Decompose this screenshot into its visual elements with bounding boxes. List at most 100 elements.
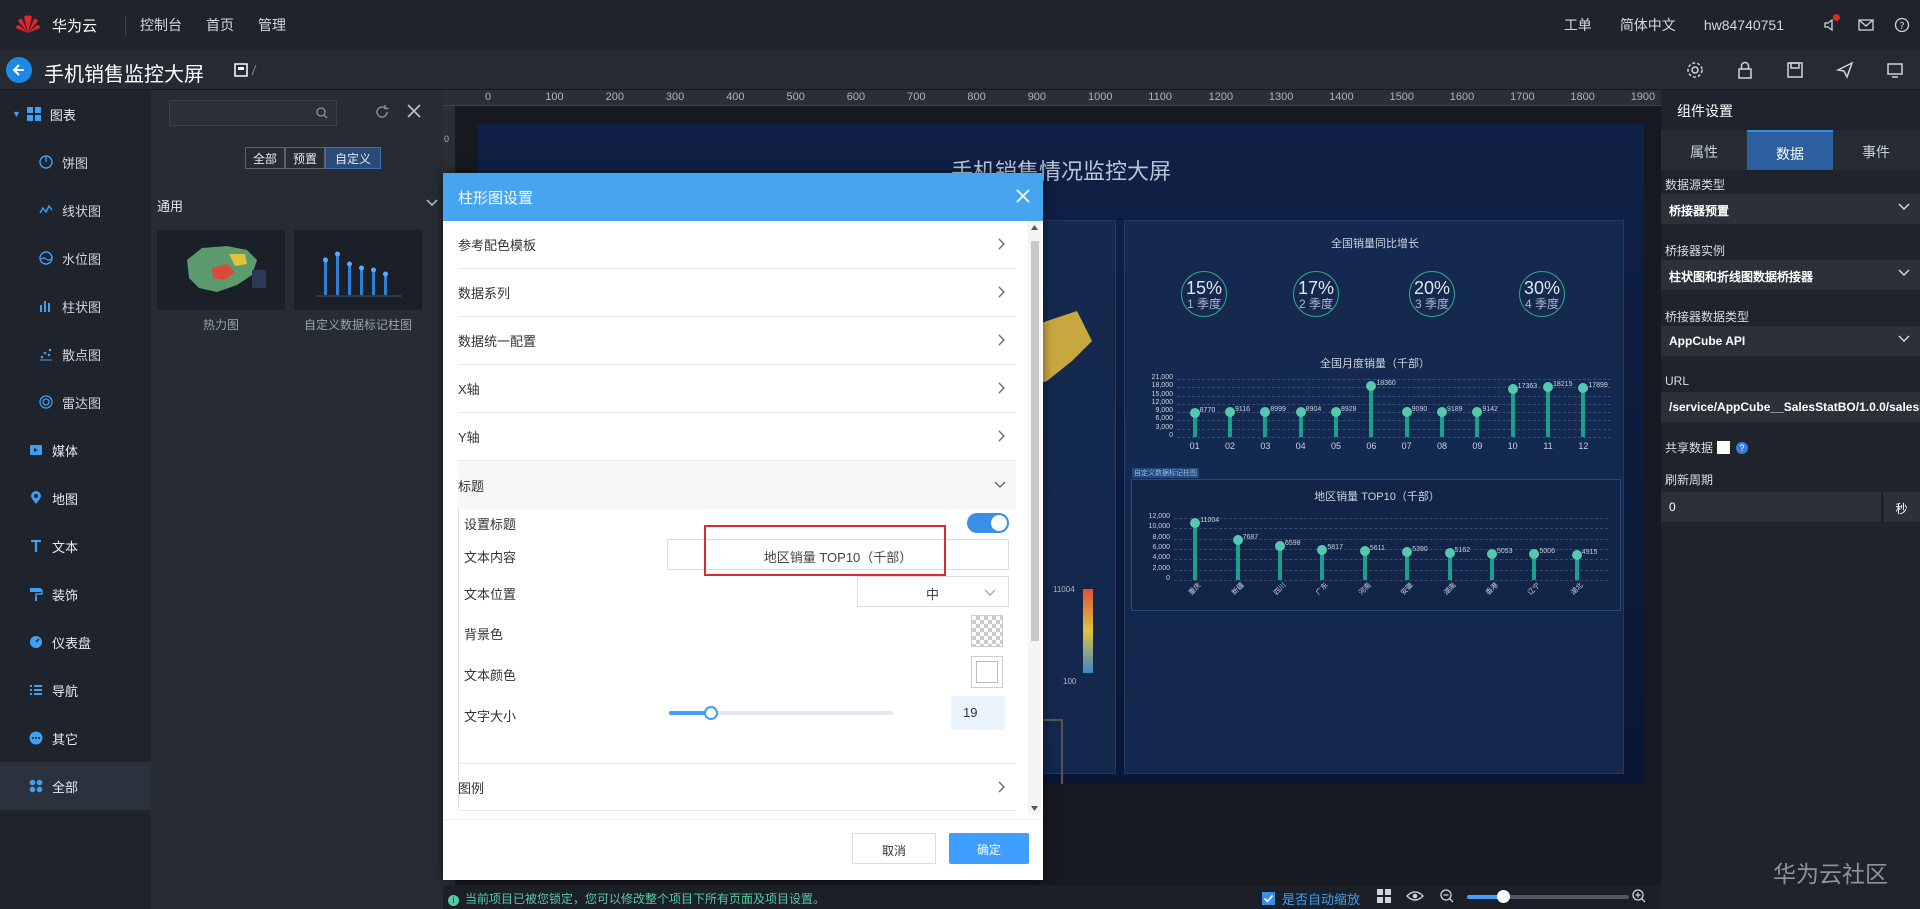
nav-item-label: 全部 <box>52 779 79 795</box>
library-group-title: 通用 <box>157 199 184 214</box>
map-pin-icon <box>28 490 44 506</box>
nav-item-radar[interactable]: 雷达图 <box>0 378 151 426</box>
page-menu-button[interactable] <box>234 60 264 80</box>
nav-item-text[interactable]: 文本 <box>0 522 151 570</box>
nav-console[interactable]: 控制台 <box>140 15 182 35</box>
refresh-icon[interactable] <box>374 104 390 120</box>
bar-marker <box>1366 381 1377 392</box>
show-title-toggle[interactable] <box>967 513 1009 533</box>
grid-line <box>1177 437 1611 438</box>
back-button[interactable] <box>6 57 32 83</box>
nav-item-map[interactable]: 地图 <box>0 474 151 522</box>
help-icon[interactable]: ? <box>1884 0 1920 50</box>
section-x-axis[interactable]: X轴 <box>458 365 1016 413</box>
language-switch[interactable]: 简体中文 <box>1620 15 1676 35</box>
tab-data[interactable]: 数据 <box>1747 130 1833 170</box>
bg-color-picker[interactable] <box>971 615 1003 647</box>
chevron-down-icon[interactable] <box>426 199 438 207</box>
nav-item-water-level[interactable]: 水位图 <box>0 234 151 282</box>
text-position-select[interactable]: 中 <box>857 576 1009 607</box>
x-tick-label: 广东 <box>1315 581 1331 597</box>
dialog-header: 柱形图设置 <box>443 173 1043 221</box>
huawei-logo[interactable]: 华为云 <box>14 11 97 39</box>
font-size-input[interactable]: 19 <box>951 696 1005 730</box>
y-tick-label: 15,000 <box>1151 390 1173 398</box>
section-legend[interactable]: 图例 <box>458 763 1016 811</box>
info-icon[interactable]: ? <box>1736 441 1749 454</box>
section-y-axis[interactable]: Y轴 <box>458 413 1016 461</box>
section-color-template[interactable]: 参考配色模板 <box>458 221 1016 269</box>
filter-all[interactable]: 全部 <box>245 147 285 169</box>
url-input[interactable]: /service/AppCube__SalesStatBO/1.0.0/sale… <box>1661 392 1920 422</box>
grid-view-icon[interactable] <box>1377 889 1391 903</box>
bar-chart-thumbnail <box>316 251 402 297</box>
settings-icon[interactable] <box>1670 50 1720 90</box>
nav-item-dashboard[interactable]: 仪表盘 <box>0 618 151 666</box>
publish-icon[interactable] <box>1820 50 1870 90</box>
info-icon: i <box>448 895 459 906</box>
nav-item-bar[interactable]: 柱状图 <box>0 282 151 330</box>
ruler-tick: 600 <box>846 91 866 103</box>
dialog-title: 柱形图设置 <box>458 190 534 207</box>
text-color-picker[interactable] <box>971 656 1003 688</box>
username[interactable]: hw84740751 <box>1704 17 1784 33</box>
nav-item-all[interactable]: 全部 <box>0 762 151 810</box>
search-input[interactable] <box>169 100 337 126</box>
ruler-tick: 1000 <box>1088 91 1113 103</box>
ticket-link[interactable]: 工单 <box>1564 15 1592 35</box>
y-tick-label: 4,000 <box>1152 554 1170 562</box>
data-label: 8999 <box>1270 406 1286 414</box>
refresh-interval-input[interactable]: 0 <box>1661 492 1881 522</box>
nav-home[interactable]: 首页 <box>206 15 234 35</box>
cancel-button[interactable]: 取消 <box>852 833 936 864</box>
dialog-scrollbar-thumb[interactable] <box>1031 241 1039 641</box>
eye-icon[interactable] <box>1406 889 1424 903</box>
filter-custom[interactable]: 自定义 <box>325 147 381 169</box>
ruler-tick: 1200 <box>1208 91 1234 103</box>
share-data-row: 共享数据 ? <box>1665 439 1749 456</box>
section-data-config[interactable]: 数据统一配置 <box>458 317 1016 365</box>
auto-zoom-checkbox[interactable] <box>1262 892 1275 905</box>
library-item-heatmap[interactable] <box>157 230 285 310</box>
paint-roller-icon <box>28 586 44 602</box>
share-data-checkbox[interactable] <box>1717 441 1731 454</box>
nav-group-charts[interactable]: ▼ 图表 <box>0 90 151 138</box>
nav-manage[interactable]: 管理 <box>258 15 286 35</box>
nav-item-media[interactable]: 媒体 <box>0 426 151 474</box>
tab-properties[interactable]: 属性 <box>1661 130 1747 170</box>
close-icon[interactable] <box>1014 187 1032 205</box>
section-data-series[interactable]: 数据系列 <box>458 269 1016 317</box>
datasource-type-select[interactable]: 桥接器预置 <box>1661 194 1920 224</box>
bar-marker <box>1571 549 1582 560</box>
section-title[interactable]: 标题 <box>458 461 1016 509</box>
stats-card[interactable]: 全国销量同比增长 15% 1 季度 17% 2 季度 20% 3 季度 30% 4 季度… <box>1124 220 1624 774</box>
notification-icon[interactable] <box>1812 0 1848 50</box>
zoom-out-icon[interactable] <box>1440 889 1454 903</box>
gauge-icon <box>28 634 44 650</box>
nav-item-pie[interactable]: 饼图 <box>0 138 151 186</box>
nav-item-other[interactable]: 其它 <box>0 714 151 762</box>
preview-icon[interactable] <box>1870 50 1920 90</box>
tab-events[interactable]: 事件 <box>1833 130 1919 170</box>
data-label: 7687 <box>1242 534 1259 542</box>
y-tick-label: 8,000 <box>1152 533 1170 541</box>
close-icon[interactable] <box>407 104 421 118</box>
library-item-custom-bar[interactable] <box>294 230 422 310</box>
zoom-slider-handle[interactable] <box>1497 890 1510 903</box>
bridge-instance-select[interactable]: 柱状图和折线图数据桥接器 <box>1661 260 1920 290</box>
nav-item-decoration[interactable]: 装饰 <box>0 570 151 618</box>
save-icon[interactable] <box>1770 50 1820 90</box>
bridge-data-type-select[interactable]: AppCube API <box>1661 326 1920 356</box>
nav-item-navigation[interactable]: 导航 <box>0 666 151 714</box>
filter-preset[interactable]: 预置 <box>285 147 325 169</box>
zoom-in-icon[interactable] <box>1632 889 1646 903</box>
confirm-button[interactable]: 确定 <box>949 833 1029 864</box>
ruler-tick: 1700 <box>1510 91 1535 103</box>
mail-icon[interactable] <box>1848 0 1884 50</box>
font-size-slider-handle[interactable] <box>704 706 718 720</box>
region-chart-frame[interactable]: 自定义数据标记柱图 地区销量 TOP10（千部） 12,000 10,000 8,0… <box>1131 468 1621 611</box>
nav-item-scatter[interactable]: 散点图 <box>0 330 151 378</box>
auto-zoom-toggle[interactable]: 是否自动缩放 <box>1262 889 1360 908</box>
nav-item-line[interactable]: 线状图 <box>0 186 151 234</box>
lock-icon[interactable] <box>1720 50 1770 90</box>
